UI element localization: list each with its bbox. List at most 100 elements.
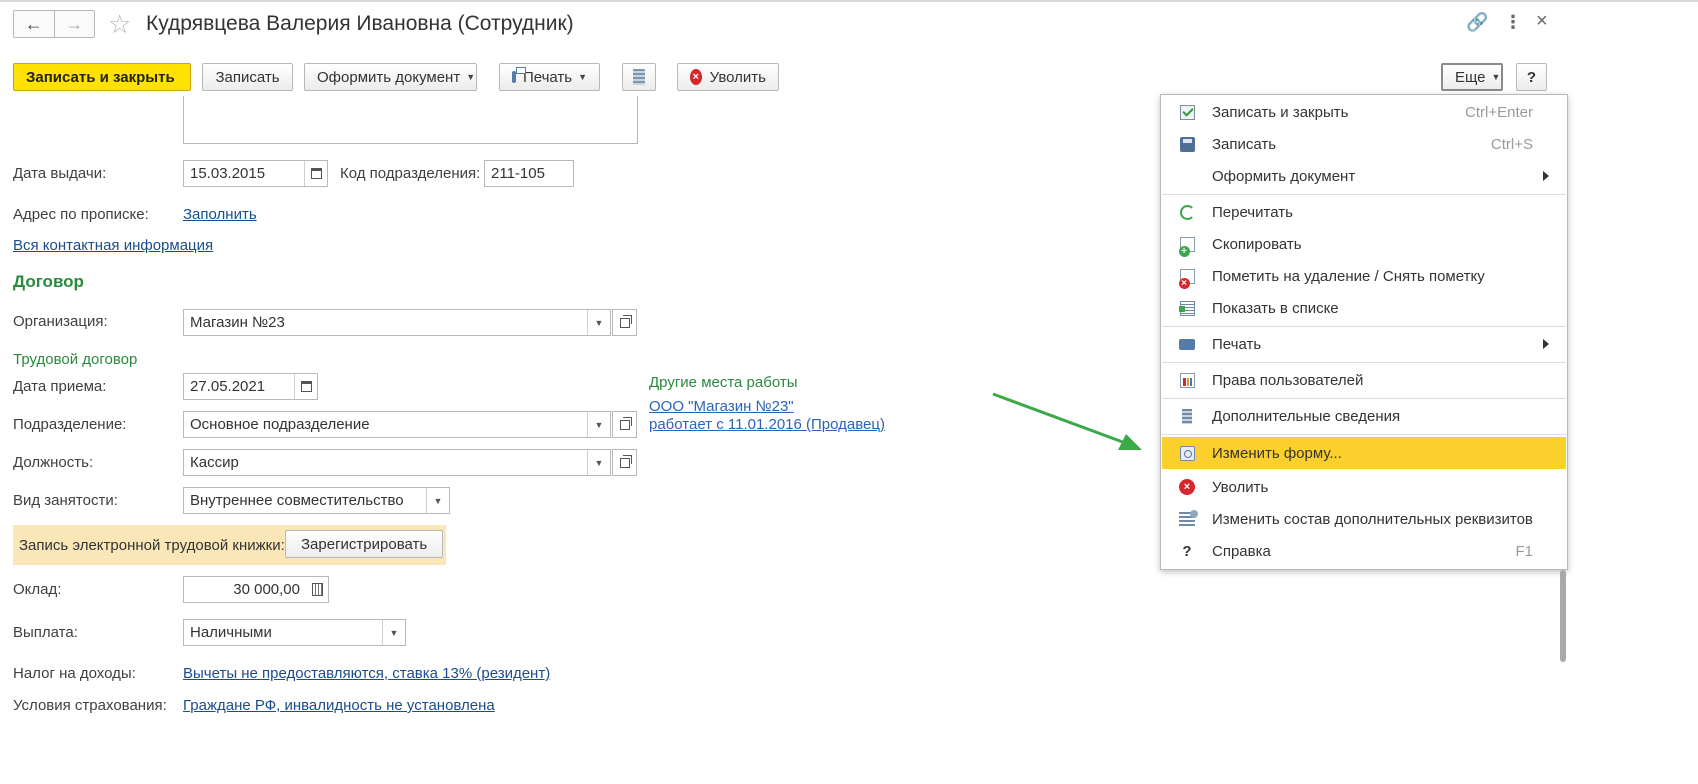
save-icon	[1179, 136, 1195, 152]
division-dropdown-button[interactable]: ▼	[587, 412, 610, 437]
fire-x-icon: ×	[690, 69, 702, 85]
save-button[interactable]: Записать	[202, 63, 293, 91]
hire-date-label: Дата приема:	[13, 378, 107, 395]
forward-button[interactable]: →	[53, 11, 95, 37]
navigation-group: ← →	[13, 10, 95, 38]
etk-panel: Запись электронной трудовой книжки: Заре…	[13, 525, 446, 565]
all-contacts-link[interactable]: Вся контактная информация	[13, 237, 213, 254]
calendar-button[interactable]	[304, 161, 327, 186]
help-label: ?	[1526, 68, 1537, 86]
other-job-link-line2[interactable]: работает с 11.01.2016 (Продавец)	[649, 416, 885, 433]
menu-item-save-close[interactable]: Записать и закрыть Ctrl+Enter	[1162, 97, 1566, 127]
calculator-button[interactable]	[306, 577, 328, 602]
make-document-label: Оформить документ	[317, 68, 461, 86]
menu-item-label: Перечитать	[1212, 203, 1293, 221]
menu-item-label: Права пользователей	[1212, 371, 1364, 389]
organization-open-button[interactable]	[612, 309, 637, 336]
fire-button[interactable]: × Уволить	[677, 63, 779, 91]
print-button[interactable]: Печать ▼	[499, 63, 600, 91]
make-document-button[interactable]: Оформить документ ▼	[304, 63, 477, 91]
menu-item-label: Печать	[1212, 335, 1262, 353]
menu-item-label: Пометить на удаление / Снять пометку	[1212, 267, 1485, 285]
issue-date-field[interactable]: 15.03.2015	[183, 160, 328, 187]
menu-item-label: Изменить состав дополнительных реквизито…	[1212, 510, 1533, 528]
contract-section-title: Договор	[13, 272, 84, 291]
submenu-arrow-icon	[1543, 339, 1549, 349]
other-jobs-title: Другие места работы	[649, 374, 798, 391]
more-actions-icon[interactable]: ⋮	[1504, 12, 1522, 33]
division-open-button[interactable]	[612, 411, 637, 438]
issue-date-value: 15.03.2015	[190, 165, 266, 182]
employment-type-select[interactable]: Внутреннее совместительство ▼	[183, 487, 450, 514]
menu-item-additional-info[interactable]: Дополнительные сведения	[1162, 401, 1566, 431]
hire-date-value: 27.05.2021	[190, 378, 266, 395]
employment-type-label: Вид занятости:	[13, 492, 118, 509]
back-button[interactable]: ←	[14, 11, 54, 37]
position-dropdown-button[interactable]: ▼	[587, 450, 610, 475]
employment-type-dropdown-button[interactable]: ▼	[426, 488, 449, 513]
open-icon	[619, 454, 632, 468]
dept-code-field[interactable]: 211-105	[484, 160, 574, 187]
division-label: Подразделение:	[13, 416, 127, 433]
menu-item-label: Справка	[1212, 542, 1271, 560]
list-icon	[1178, 300, 1195, 316]
register-button[interactable]: Зарегистрировать	[285, 530, 444, 558]
open-icon	[619, 416, 632, 430]
menu-item-label: Изменить форму...	[1212, 444, 1342, 462]
menu-separator	[1162, 362, 1566, 363]
menu-item-change-attributes[interactable]: Изменить состав дополнительных реквизито…	[1162, 504, 1566, 534]
menu-item-mark-delete[interactable]: Пометить на удаление / Снять пометку	[1162, 261, 1566, 291]
vertical-scrollbar[interactable]	[1560, 570, 1566, 662]
rights-icon	[1179, 372, 1195, 388]
division-field[interactable]: Основное подразделение ▼	[183, 411, 611, 438]
hire-date-field[interactable]: 27.05.2021	[183, 373, 318, 400]
other-job-link-line1[interactable]: ООО "Магазин №23"	[649, 398, 794, 415]
menu-item-label: Дополнительные сведения	[1212, 407, 1401, 425]
calendar-icon	[310, 168, 322, 179]
calendar-button[interactable]	[294, 374, 317, 399]
annotation-arrow	[992, 392, 1142, 450]
additional-info-button[interactable]	[622, 63, 656, 91]
menu-item-save[interactable]: Записать Ctrl+S	[1162, 129, 1566, 159]
open-icon	[619, 314, 632, 328]
help-button[interactable]: ?	[1516, 63, 1547, 91]
menu-item-copy[interactable]: Скопировать	[1162, 229, 1566, 259]
more-label: Еще	[1455, 68, 1486, 86]
link-icon[interactable]: 🔗	[1466, 12, 1488, 33]
position-label: Должность:	[13, 454, 94, 471]
menu-item-reread[interactable]: Перечитать	[1162, 197, 1566, 227]
tax-link[interactable]: Вычеты не предоставляются, ставка 13% (р…	[183, 665, 550, 682]
menu-item-show-in-list[interactable]: Показать в списке	[1162, 293, 1566, 323]
menu-separator	[1162, 326, 1566, 327]
menu-item-change-form[interactable]: Изменить форму...	[1162, 437, 1566, 469]
menu-item-label: Уволить	[1212, 478, 1269, 496]
position-open-button[interactable]	[612, 449, 637, 476]
salary-field[interactable]: 30 000,00	[183, 576, 329, 603]
more-button[interactable]: Еще ▼	[1441, 63, 1503, 91]
payment-select[interactable]: Наличными ▼	[183, 619, 406, 646]
favorite-star-icon[interactable]: ☆	[108, 9, 131, 39]
insurance-link[interactable]: Граждане РФ, инвалидность не установлена	[183, 697, 495, 714]
salary-label: Оклад:	[13, 581, 62, 598]
menu-item-print[interactable]: Печать	[1162, 329, 1566, 359]
menu-item-user-rights[interactable]: Права пользователей	[1162, 365, 1566, 395]
save-and-close-button[interactable]: Записать и закрыть	[13, 63, 191, 91]
arrow-left-icon: ←	[24, 13, 43, 34]
close-icon[interactable]: ×	[1536, 10, 1548, 33]
payment-label: Выплата:	[13, 624, 78, 641]
payment-dropdown-button[interactable]: ▼	[382, 620, 405, 645]
organization-field[interactable]: Магазин №23 ▼	[183, 309, 611, 336]
page-title: Кудрявцева Валерия Ивановна (Сотрудник)	[146, 12, 574, 35]
copy-icon	[1178, 236, 1195, 257]
menu-item-make-document[interactable]: Оформить документ	[1162, 161, 1566, 191]
address-fill-link[interactable]: Заполнить	[183, 206, 257, 223]
caret-down-icon: ▼	[594, 419, 604, 430]
delete-mark-icon	[1178, 268, 1195, 289]
passport-issued-by-textarea[interactable]	[183, 96, 638, 144]
menu-item-help[interactable]: ? Справка F1	[1162, 536, 1566, 566]
organization-dropdown-button[interactable]: ▼	[587, 310, 610, 335]
position-field[interactable]: Кассир ▼	[183, 449, 611, 476]
menu-item-fire[interactable]: × Уволить	[1162, 472, 1566, 502]
caret-down-icon: ▼	[594, 457, 604, 468]
dept-code-label: Код подразделения:	[340, 165, 481, 182]
